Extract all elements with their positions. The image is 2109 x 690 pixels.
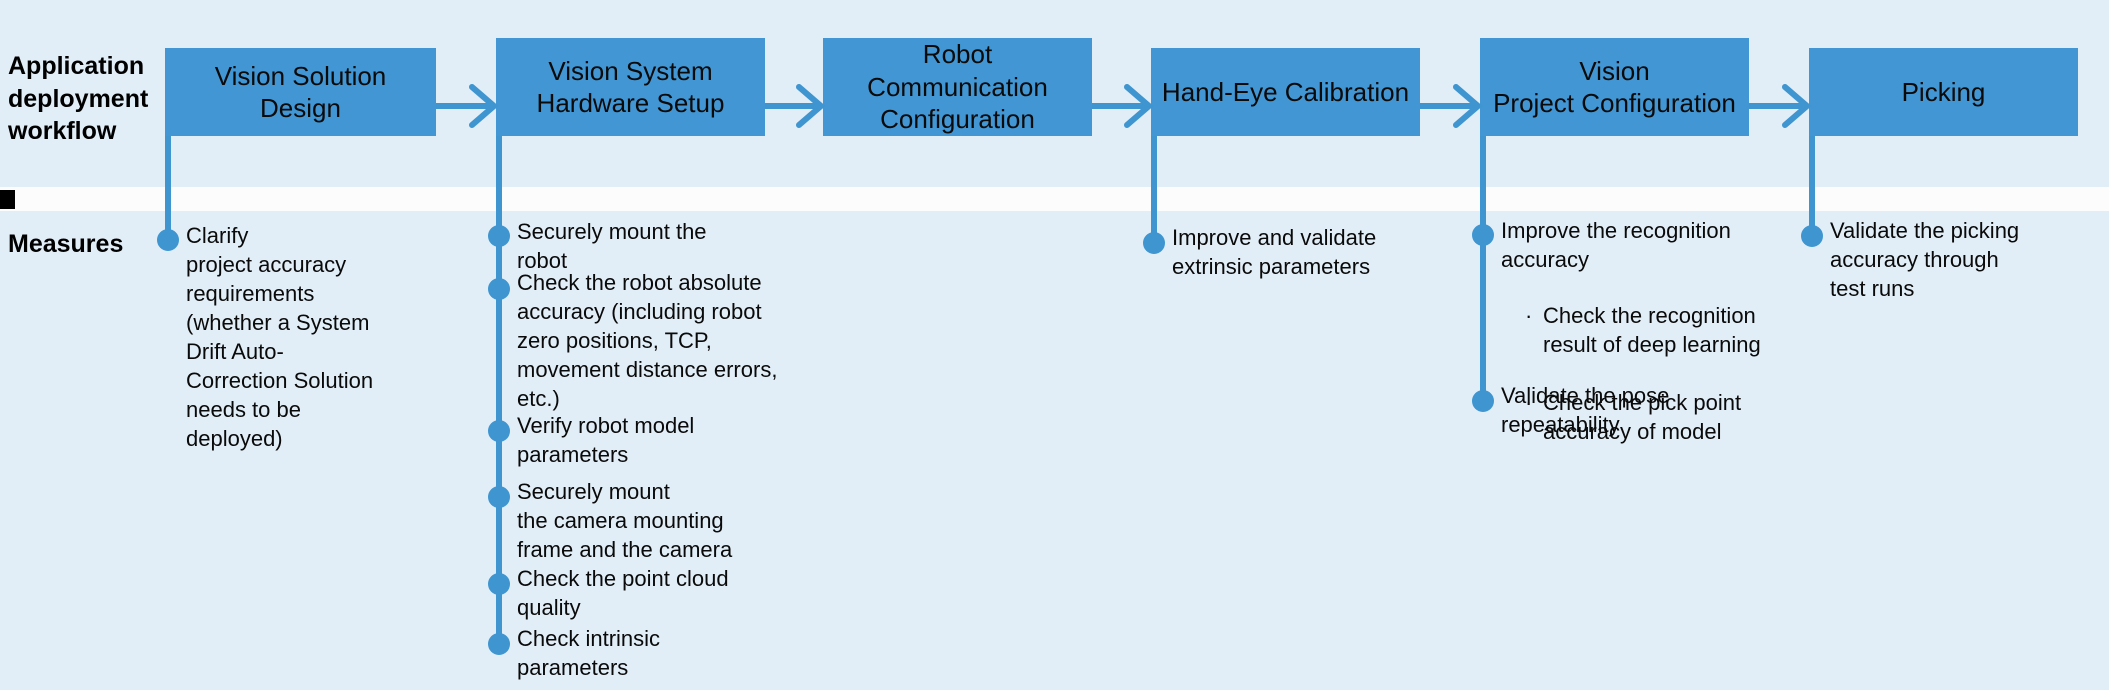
measure-text-2-5: Check the point cloud quality bbox=[517, 566, 729, 621]
arrow-icon-3 bbox=[1092, 84, 1154, 128]
measure-dot-2-3 bbox=[488, 420, 510, 442]
measure-text-1-1: Clarify project accuracy requirements (w… bbox=[186, 223, 374, 452]
measure-dot-1-1 bbox=[157, 229, 179, 251]
workflow-diagram: Application deployment workflow Vision S… bbox=[0, 0, 2109, 690]
measure-dot-2-5 bbox=[488, 573, 510, 595]
stage-box-vision-project-configuration[interactable]: Vision Project Configuration bbox=[1480, 38, 1749, 136]
measure-text-2-1: Securely mount the robot bbox=[517, 219, 707, 274]
connector-line-vision-project-configuration bbox=[1480, 136, 1486, 410]
measure-text-2-2: Check the robot absolute accuracy (inclu… bbox=[517, 270, 778, 412]
measure-dot-5-1 bbox=[1472, 224, 1494, 246]
stage-box-picking[interactable]: Picking bbox=[1809, 48, 2078, 136]
arrow-icon-4 bbox=[1420, 84, 1483, 128]
stage-box-vision-solution-design[interactable]: Vision Solution Design bbox=[165, 48, 436, 136]
arrow-icon-5 bbox=[1749, 84, 1812, 128]
measure-dot-5-2 bbox=[1472, 390, 1494, 412]
measure-text-6-1: Validate the picking accuracy through te… bbox=[1830, 218, 2020, 302]
arrow-icon-2 bbox=[765, 84, 826, 128]
measure-subitem-5-1-1: · Check the recognition result of deep l… bbox=[1525, 301, 1815, 359]
measure-dot-2-6 bbox=[488, 633, 510, 655]
section-divider bbox=[0, 187, 2109, 211]
measure-dot-2-1 bbox=[488, 225, 510, 247]
section-marker bbox=[0, 190, 15, 209]
measure-text-2-4: Securely mount the camera mounting frame… bbox=[517, 479, 733, 563]
measure-text-2-6: Check intrinsic parameters bbox=[517, 626, 661, 681]
bullet-icon: · bbox=[1525, 303, 1533, 329]
measure-sublist-5-1: · Check the recognition result of deep l… bbox=[1525, 272, 1815, 475]
measure-text-2-3: Verify robot model parameters bbox=[517, 413, 695, 468]
stage-box-robot-communication-configuration[interactable]: Robot Communication Configuration bbox=[823, 38, 1092, 136]
measure-dot-2-4 bbox=[488, 486, 510, 508]
measure-text-5-1: Improve the recognition accuracy bbox=[1501, 218, 1731, 273]
connector-line-hand-eye-calibration bbox=[1151, 136, 1157, 242]
stage-box-vision-system-hardware-setup[interactable]: Vision System Hardware Setup bbox=[496, 38, 765, 136]
connector-line-picking bbox=[1809, 136, 1815, 236]
row-label-application-deployment-workflow: Application deployment workflow bbox=[8, 52, 149, 145]
connector-line-vision-solution-design bbox=[165, 136, 171, 242]
row-label-measures: Measures bbox=[8, 230, 124, 258]
measure-subitem-text: Check the recognition result of deep lea… bbox=[1543, 303, 1761, 358]
connector-line-vision-system-hardware-setup bbox=[496, 136, 502, 636]
measure-text-4-1: Improve and validate extrinsic parameter… bbox=[1172, 225, 1377, 280]
measure-text-5-2: Validate the pose repeatability bbox=[1501, 383, 1670, 438]
arrow-icon-1 bbox=[436, 84, 499, 128]
measure-dot-2-2 bbox=[488, 278, 510, 300]
stage-box-hand-eye-calibration[interactable]: Hand-Eye Calibration bbox=[1151, 48, 1420, 136]
measure-dot-6-1 bbox=[1801, 225, 1823, 247]
measure-dot-4-1 bbox=[1143, 232, 1165, 254]
